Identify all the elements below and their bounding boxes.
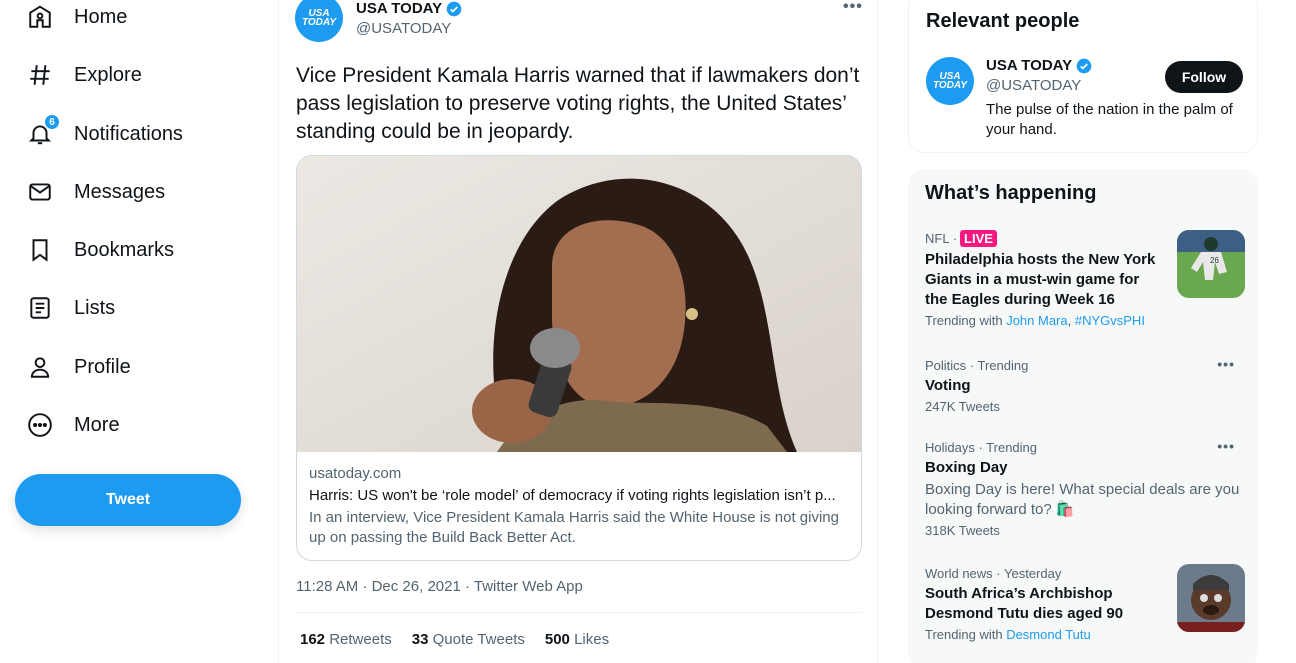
live-badge: LIVE [960, 230, 997, 247]
person-bio: The pulse of the nation in the palm of y… [986, 101, 1233, 138]
avatar-logo-text: TODAY [932, 80, 968, 91]
relevant-people-title: Relevant people [926, 10, 1080, 32]
trend-more-options-icon[interactable]: ••• [1217, 438, 1235, 454]
card-image [297, 156, 861, 453]
author-name[interactable]: USA TODAY [356, 0, 462, 17]
card-description: In an interview, Vice President Kamala H… [309, 509, 839, 546]
author-name-text: USA TODAY [356, 0, 443, 17]
bell-icon: 6 [26, 114, 60, 148]
nav-label: More [74, 413, 120, 436]
card-title: Harris: US won't be ‘role model’ of demo… [309, 487, 836, 504]
retweets-stat[interactable]: 162 Retweets [300, 631, 392, 648]
nav-label: Profile [74, 355, 131, 378]
tweet-stats: 162 Retweets 33 Quote Tweets 500 Likes [300, 631, 609, 648]
trend-sub-separator: , [1067, 313, 1072, 328]
avatar-logo-text: TODAY [301, 17, 337, 28]
author-handle[interactable]: @USATODAY [356, 20, 451, 37]
trend-thumbnail: 26 [1177, 230, 1245, 298]
person-name[interactable]: USA TODAY [986, 57, 1092, 74]
nav-label: Lists [74, 296, 116, 319]
link-preview-card[interactable]: usatoday.com Harris: US won't be ‘role m… [296, 155, 862, 561]
left-navigation: Home Explore 6 Notifications Messages Bo… [0, 0, 278, 663]
tweet-timestamp[interactable]: 11:28 AM · Dec 26, 2021 · Twitter Web Ap… [296, 578, 583, 595]
hashtag-icon [26, 61, 54, 89]
quote-count: 33 [411, 631, 429, 648]
person-icon [26, 353, 54, 381]
trend-item[interactable]: Politics · Trending Voting 247K Tweets •… [925, 356, 1245, 414]
trend-title: Voting [925, 377, 971, 394]
card-domain: usatoday.com [309, 465, 402, 482]
trend-context: Politics · Trending [925, 358, 1029, 373]
trend-more-options-icon[interactable]: ••• [1217, 356, 1235, 372]
nav-label: Explore [74, 63, 142, 86]
nav-label: Home [74, 5, 128, 28]
tweet-button[interactable]: Tweet [15, 474, 241, 526]
notification-count-badge: 6 [44, 114, 60, 130]
nav-label: Messages [74, 180, 166, 203]
trend-link[interactable]: Desmond Tutu [1006, 627, 1091, 642]
likes-stat[interactable]: 500 Likes [545, 631, 609, 648]
person-avatar[interactable]: USA TODAY [926, 57, 974, 105]
relevant-people-box: Relevant people USA TODAY USA TODAY @USA… [908, 0, 1258, 153]
envelope-icon [26, 178, 54, 206]
person-handle[interactable]: @USATODAY [986, 77, 1081, 94]
trend-subtext: Trending with John Mara, #NYGvsPHI [925, 313, 1245, 328]
nav-item-explore[interactable]: Explore [26, 55, 142, 95]
quote-tweets-stat[interactable]: 33 Quote Tweets [412, 631, 525, 648]
list-icon [26, 294, 54, 322]
trend-item[interactable]: NFL · LIVE Philadelphia hosts the New Yo… [925, 230, 1245, 328]
nav-item-profile[interactable]: Profile [26, 347, 131, 387]
divider [296, 612, 862, 613]
nav-item-messages[interactable]: Messages [26, 172, 165, 212]
trend-item[interactable]: World news · Yesterday South Africa’s Ar… [925, 564, 1245, 642]
trend-title: Boxing Day [925, 459, 1008, 476]
trend-link[interactable]: #NYGvsPHI [1075, 313, 1145, 328]
whats-happening-box: What’s happening NFL · LIVE Philadelphia… [908, 169, 1258, 663]
nav-label: Notifications [74, 122, 183, 145]
card-photo [297, 156, 861, 453]
trend-item[interactable]: Holidays · Trending Boxing Day Boxing Da… [925, 438, 1245, 538]
trend-sub-prefix: Trending with [925, 627, 1003, 642]
verified-badge-icon [1076, 58, 1092, 73]
nav-item-bookmarks[interactable]: Bookmarks [26, 230, 174, 270]
trend-category: NFL · [925, 231, 958, 246]
nav-item-notifications[interactable]: 6 Notifications [26, 114, 183, 154]
trend-thumbnail [1177, 564, 1245, 632]
tweet-text: Vice President Kamala Harris warned that… [296, 64, 860, 143]
whats-happening-title: What’s happening [925, 182, 1097, 204]
home-icon [26, 3, 54, 31]
trend-link[interactable]: John Mara [1006, 313, 1067, 328]
likes-label: Likes [574, 631, 610, 648]
trend-title: South Africa’s Archbishop Desmond Tutu d… [925, 585, 1124, 622]
retweets-count: 162 [300, 631, 326, 648]
bookmark-icon [26, 236, 54, 264]
trend-count: 247K Tweets [925, 399, 1000, 414]
svg-text:26: 26 [1210, 256, 1219, 265]
more-circle-icon [26, 411, 54, 439]
verified-badge-icon [446, 1, 462, 16]
likes-count: 500 [544, 631, 570, 648]
trend-sub-prefix: Trending with [925, 313, 1003, 328]
tweet-more-options-icon[interactable]: ••• [843, 0, 863, 16]
nav-item-lists[interactable]: Lists [26, 288, 115, 328]
nav-label: Bookmarks [74, 238, 175, 261]
person-name-text: USA TODAY [986, 57, 1073, 74]
tweet-detail: USA TODAY USA TODAY @USATODAY ••• Vice P… [278, 0, 878, 663]
nav-item-home[interactable]: Home [26, 0, 127, 37]
follow-button[interactable]: Follow [1165, 61, 1243, 93]
quote-label: Quote Tweets [432, 631, 525, 648]
trend-title: Philadelphia hosts the New York Giants i… [925, 251, 1156, 308]
author-avatar[interactable]: USA TODAY [295, 0, 343, 42]
retweets-label: Retweets [329, 631, 392, 648]
trend-context: Holidays · Trending [925, 440, 1037, 455]
nav-item-more[interactable]: More [26, 405, 120, 445]
trend-count: 318K Tweets [925, 523, 1000, 538]
trend-description: Boxing Day is here! What special deals a… [925, 481, 1240, 518]
